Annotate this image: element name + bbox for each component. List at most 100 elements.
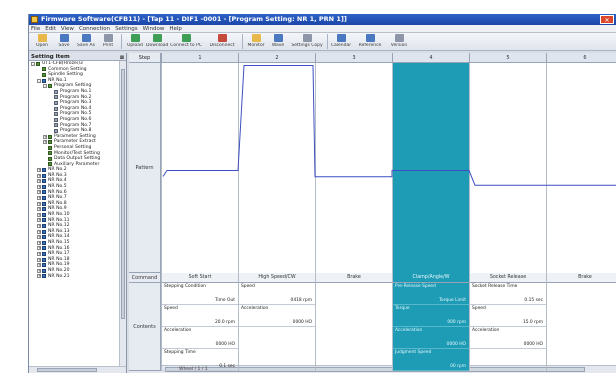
parameter-value: 0418 rpm: [290, 298, 312, 303]
contents-cell[interactable]: [546, 283, 616, 371]
parameter-block[interactable]: Acceleration 0000 HO: [239, 305, 315, 327]
toolbar-button-save-as[interactable]: Save As: [75, 33, 97, 51]
toolbar-button-disconnect[interactable]: Disconnect: [204, 33, 240, 51]
parameter-value: 0.15 sec: [524, 298, 543, 303]
parameter-block[interactable]: Acceleration 0000 HO: [393, 327, 469, 349]
tree-item[interactable]: + NR No.21: [29, 274, 119, 280]
reference-icon: [365, 34, 375, 42]
menu-item-connection[interactable]: Connection: [79, 26, 110, 32]
expand-icon[interactable]: +: [37, 184, 41, 189]
nutrunner-icon: [42, 263, 46, 268]
expand-icon[interactable]: +: [37, 240, 41, 245]
nutrunner-icon: [42, 190, 46, 195]
nutrunner-icon: [42, 78, 46, 83]
menu-item-edit[interactable]: Edit: [45, 26, 56, 32]
collapse-icon[interactable]: -: [43, 84, 47, 89]
expand-icon[interactable]: +: [37, 212, 41, 217]
expand-icon[interactable]: +: [37, 224, 41, 229]
folder-icon: [48, 162, 52, 167]
toolbar-button-copy[interactable]: Settings Copy: [289, 33, 325, 51]
contents-cell[interactable]: Speed 0418 rpm Acceleration 0000 HO: [238, 283, 315, 371]
nutrunner-icon: [42, 173, 46, 178]
toolbar-button-open[interactable]: Open: [31, 33, 53, 51]
expand-icon[interactable]: +: [43, 134, 47, 139]
toolbar-button-print[interactable]: Print: [97, 33, 119, 51]
expand-icon[interactable]: +: [37, 179, 41, 184]
upload-icon: [130, 34, 140, 42]
menu-item-help[interactable]: Help: [169, 26, 182, 32]
parameter-block[interactable]: Socket Release Time 0.15 sec: [470, 283, 546, 305]
expand-icon[interactable]: +: [37, 257, 41, 262]
tree-horizontal-scrollbar[interactable]: [29, 366, 126, 373]
open-icon: [37, 34, 47, 42]
expand-icon[interactable]: +: [37, 263, 41, 268]
parameter-block[interactable]: Speed 15.0 rpm: [470, 305, 546, 327]
wave-icon: [273, 34, 283, 42]
toolbar-button-connect[interactable]: Connect to PC: [168, 33, 204, 51]
parameter-name: Pre-Release Speed: [395, 284, 436, 289]
expand-icon[interactable]: +: [37, 246, 41, 251]
expand-icon[interactable]: +: [37, 207, 41, 212]
expand-icon[interactable]: +: [37, 235, 41, 240]
tree-item-label: NR No.21: [48, 273, 70, 279]
expand-icon[interactable]: +: [37, 190, 41, 195]
parameter-block[interactable]: Stepping Time 0.1 sec: [162, 349, 238, 371]
parameter-block[interactable]: Speed 20.0 rpm: [162, 305, 238, 327]
menu-item-settings[interactable]: Settings: [115, 26, 138, 32]
collapse-icon[interactable]: -: [37, 78, 41, 83]
close-button[interactable]: ✕: [600, 15, 614, 24]
toolbar-button-calendar[interactable]: Calendar: [330, 33, 352, 51]
toolbar-button-label: Save As: [77, 43, 95, 48]
expand-icon[interactable]: +: [43, 140, 47, 145]
toolbar-button-reference[interactable]: Reference: [352, 33, 388, 51]
expand-icon[interactable]: +: [37, 229, 41, 234]
expand-icon[interactable]: +: [37, 168, 41, 173]
nutrunner-icon: [42, 224, 46, 229]
parameter-name: Acceleration: [241, 306, 269, 311]
expand-icon[interactable]: +: [37, 173, 41, 178]
parameter-value: 0000 HO: [292, 320, 312, 325]
tree-vertical-scrollbar[interactable]: [119, 61, 126, 366]
nutrunner-icon: [42, 240, 46, 245]
expand-icon[interactable]: +: [37, 218, 41, 223]
parameter-value: 0000 HO: [215, 342, 235, 347]
expand-icon[interactable]: +: [37, 274, 41, 279]
menu-item-file[interactable]: File: [31, 26, 40, 32]
parameter-block[interactable]: Judgment Speed 00 rpm: [393, 349, 469, 371]
menu-item-window[interactable]: Window: [143, 26, 165, 32]
toolbar-button-label: Download: [146, 43, 168, 48]
expand-icon[interactable]: +: [37, 251, 41, 256]
version-icon: [394, 34, 404, 42]
contents-cell[interactable]: [315, 283, 392, 371]
toolbar-button-wave[interactable]: Wave: [267, 33, 289, 51]
parameter-block[interactable]: Acceleration 0000 HO: [470, 327, 546, 349]
toolbar-button-save[interactable]: Save: [53, 33, 75, 51]
toolbar-button-version[interactable]: Version: [388, 33, 410, 51]
toolbar-button-label: Reference: [358, 43, 382, 48]
contents-cell[interactable]: Socket Release Time 0.15 sec Speed 15.0 rpm…: [469, 283, 546, 371]
parameter-block[interactable]: Acceleration 0000 HO: [162, 327, 238, 349]
menu-bar: File Edit View Connection Settings Window Help: [29, 25, 616, 33]
toolbar-button-upload[interactable]: Upload: [124, 33, 146, 51]
expand-icon[interactable]: +: [37, 196, 41, 201]
parameter-block[interactable]: Stepping Condition Time Out: [162, 283, 238, 305]
parameter-block[interactable]: Speed 0418 rpm: [239, 283, 315, 305]
contents-cell[interactable]: Stepping Condition Time Out Speed 20.0 rpm A…: [161, 283, 238, 371]
parameter-block[interactable]: Pre-Release Speed Torque Limit: [393, 283, 469, 305]
toolbar-button-label: Print: [102, 43, 114, 48]
folder-icon: [48, 140, 52, 145]
toolbar-button-download[interactable]: Download: [146, 33, 168, 51]
contents-cell[interactable]: Pre-Release Speed Torque Limit Torque 000 r…: [392, 283, 469, 371]
setting-tree-panel: Setting Item ⊠ - UT1-CFB(Hrozei)3 Common S…: [29, 53, 127, 373]
parameter-block[interactable]: Torque 000 rpm: [393, 305, 469, 327]
scroll-thumb[interactable]: [37, 368, 97, 372]
tree-header-title: Setting Item: [31, 54, 70, 60]
toolbar-button-label: Open: [35, 43, 49, 48]
collapse-icon[interactable]: -: [31, 61, 35, 66]
toolbar-button-monitor[interactable]: Monitor: [245, 33, 267, 51]
expand-icon[interactable]: +: [37, 268, 41, 273]
scroll-thumb[interactable]: [121, 69, 125, 319]
expand-icon[interactable]: +: [37, 201, 41, 206]
menu-item-view[interactable]: View: [61, 26, 74, 32]
toolbar-separator: [242, 34, 243, 49]
